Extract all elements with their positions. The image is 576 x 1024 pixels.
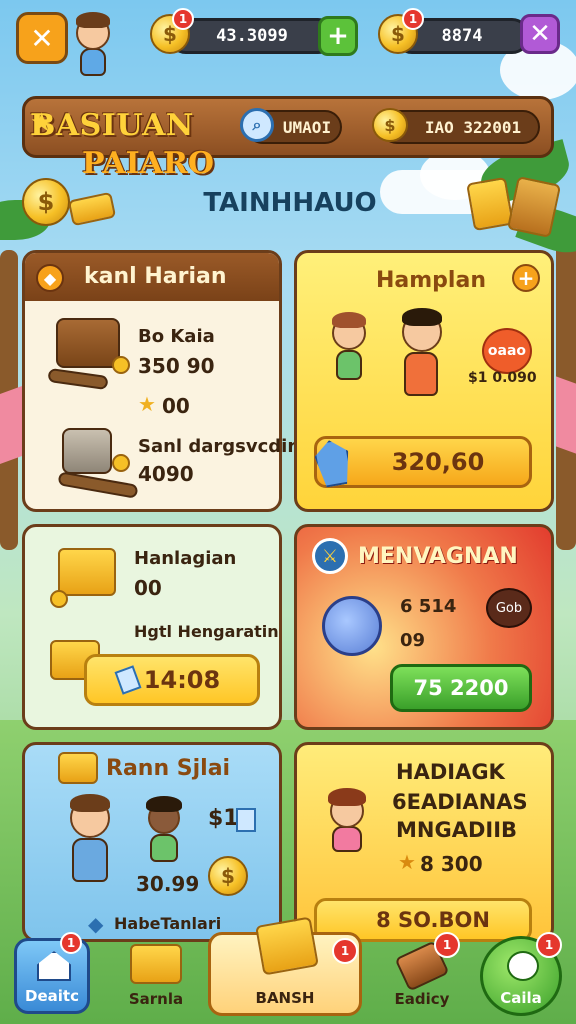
reward-item-name: Sanl dargsvcdin: [138, 436, 301, 457]
close-icon: ✕: [30, 21, 54, 55]
gift-icon: [58, 752, 98, 784]
gold-chest-icon: [58, 548, 116, 596]
gem-icon: [236, 808, 256, 832]
offer-value: 8 300: [420, 852, 483, 876]
notification-badge: 1: [434, 932, 460, 958]
panel-title: Rann Sjlai: [106, 756, 231, 781]
notification-badge: 1: [60, 932, 82, 954]
gem-shop-button[interactable]: ✕: [520, 14, 560, 54]
resource-value-2: 8874: [441, 26, 483, 46]
gem-icon: ✕: [529, 19, 551, 49]
offer-badge: oaao: [482, 328, 532, 374]
sword-icon: ⚔: [312, 538, 348, 574]
plus-icon: +: [327, 21, 349, 51]
coin-icon: $: [208, 856, 248, 896]
battle-button-label: 75 2200: [413, 676, 509, 700]
star-icon: ★: [30, 108, 54, 138]
star-icon: ★: [398, 850, 416, 874]
monster-icon: [322, 596, 382, 656]
offer-title-line: HADIAGK: [396, 760, 505, 784]
panel-footer: HabeTanlari: [114, 914, 222, 933]
search-stat-value: UMAOI: [282, 117, 332, 137]
slide-decoration: [556, 376, 576, 454]
reward-item-value: 350 90: [138, 354, 215, 378]
slide-decoration: [0, 385, 22, 465]
panel-value: 00: [134, 576, 162, 600]
buy-gold-button-label: 14:08: [143, 666, 221, 694]
resource-bar-1: 43.3099: [168, 18, 336, 54]
character-girl: [140, 796, 188, 866]
close-button[interactable]: ✕: [16, 12, 68, 64]
page-subtitle: PAIARO: [82, 146, 215, 181]
coin-icon: $: [372, 108, 408, 142]
nav-label: Sarnla: [128, 990, 184, 1008]
face-icon: [507, 951, 539, 981]
notification-badge: 1: [172, 8, 194, 30]
diamond-icon: ◆: [36, 264, 64, 292]
nav-label: Eadicy: [394, 990, 450, 1008]
panel-title: Hanlagian: [134, 548, 237, 569]
coin-icon: [50, 590, 68, 608]
gold-crystal-icon: [255, 916, 319, 976]
notification-badge: 1: [332, 938, 358, 964]
coin-stat-value: IAO 322001: [424, 117, 522, 137]
treasure-tile-icon: [466, 176, 514, 232]
player-avatar[interactable]: [68, 10, 118, 82]
stone-crate-icon: [62, 428, 112, 474]
character-boy: [62, 792, 118, 892]
panel-subtitle: Hgtl Hengaratin: [134, 622, 279, 641]
coin-icon: [112, 356, 130, 374]
reward-item-value: 00: [162, 394, 190, 418]
home-icon: [37, 951, 71, 981]
notification-badge: 1: [536, 932, 562, 958]
character-boy: [392, 306, 452, 416]
buy-gold-button[interactable]: 14:08: [84, 654, 260, 706]
monster-stat: 6 514: [400, 596, 457, 617]
section-heading: TAINHHAUO: [203, 188, 377, 218]
reward-item-value: 4090: [138, 462, 194, 486]
offer-button-label: 8 SO.BON: [376, 908, 490, 932]
gold-bar-stack-icon: [130, 944, 182, 984]
gold-bar-icon: [67, 191, 117, 227]
nav-label: BANSH: [255, 989, 315, 1007]
claim-button-label: 320,60: [391, 448, 485, 476]
offer-title-line: MNGADIIB: [396, 818, 518, 842]
battle-button[interactable]: 75 2200: [390, 664, 532, 712]
resource-value-1: 43.3099: [216, 26, 288, 46]
coin-icon: $: [22, 178, 70, 226]
monster-tag: Gob: [486, 588, 532, 628]
panel-title: kanl Harian: [84, 264, 227, 289]
star-icon: ★: [138, 392, 156, 416]
offer-title-line: 6EADIANAS: [392, 790, 528, 814]
monster-stat: 09: [400, 630, 426, 651]
price-label: $1: [208, 806, 239, 831]
nav-shop[interactable]: Sarnla: [118, 938, 194, 1014]
character-girl: [324, 310, 374, 390]
reward-item-name: Bo Kaia: [138, 326, 215, 347]
search-icon: ⌕: [240, 108, 274, 142]
add-icon[interactable]: +: [512, 264, 540, 292]
panel-title: Hamplan: [376, 268, 486, 293]
nav-label: Deaitc: [25, 987, 79, 1005]
notification-badge: 1: [402, 8, 424, 30]
treasure-chest-icon: [56, 318, 120, 368]
offer-value: $1 0.090: [468, 370, 537, 386]
friends-value: 30.99: [136, 872, 200, 896]
character-girl: [322, 788, 376, 858]
coin-icon: [112, 454, 130, 472]
add-currency-button[interactable]: +: [318, 16, 358, 56]
panel-title: MENVAGNAN: [358, 544, 518, 569]
page-title: BASIUAN: [30, 108, 194, 143]
gem-icon: ◆: [88, 912, 104, 936]
nav-label: Caila: [500, 989, 542, 1007]
